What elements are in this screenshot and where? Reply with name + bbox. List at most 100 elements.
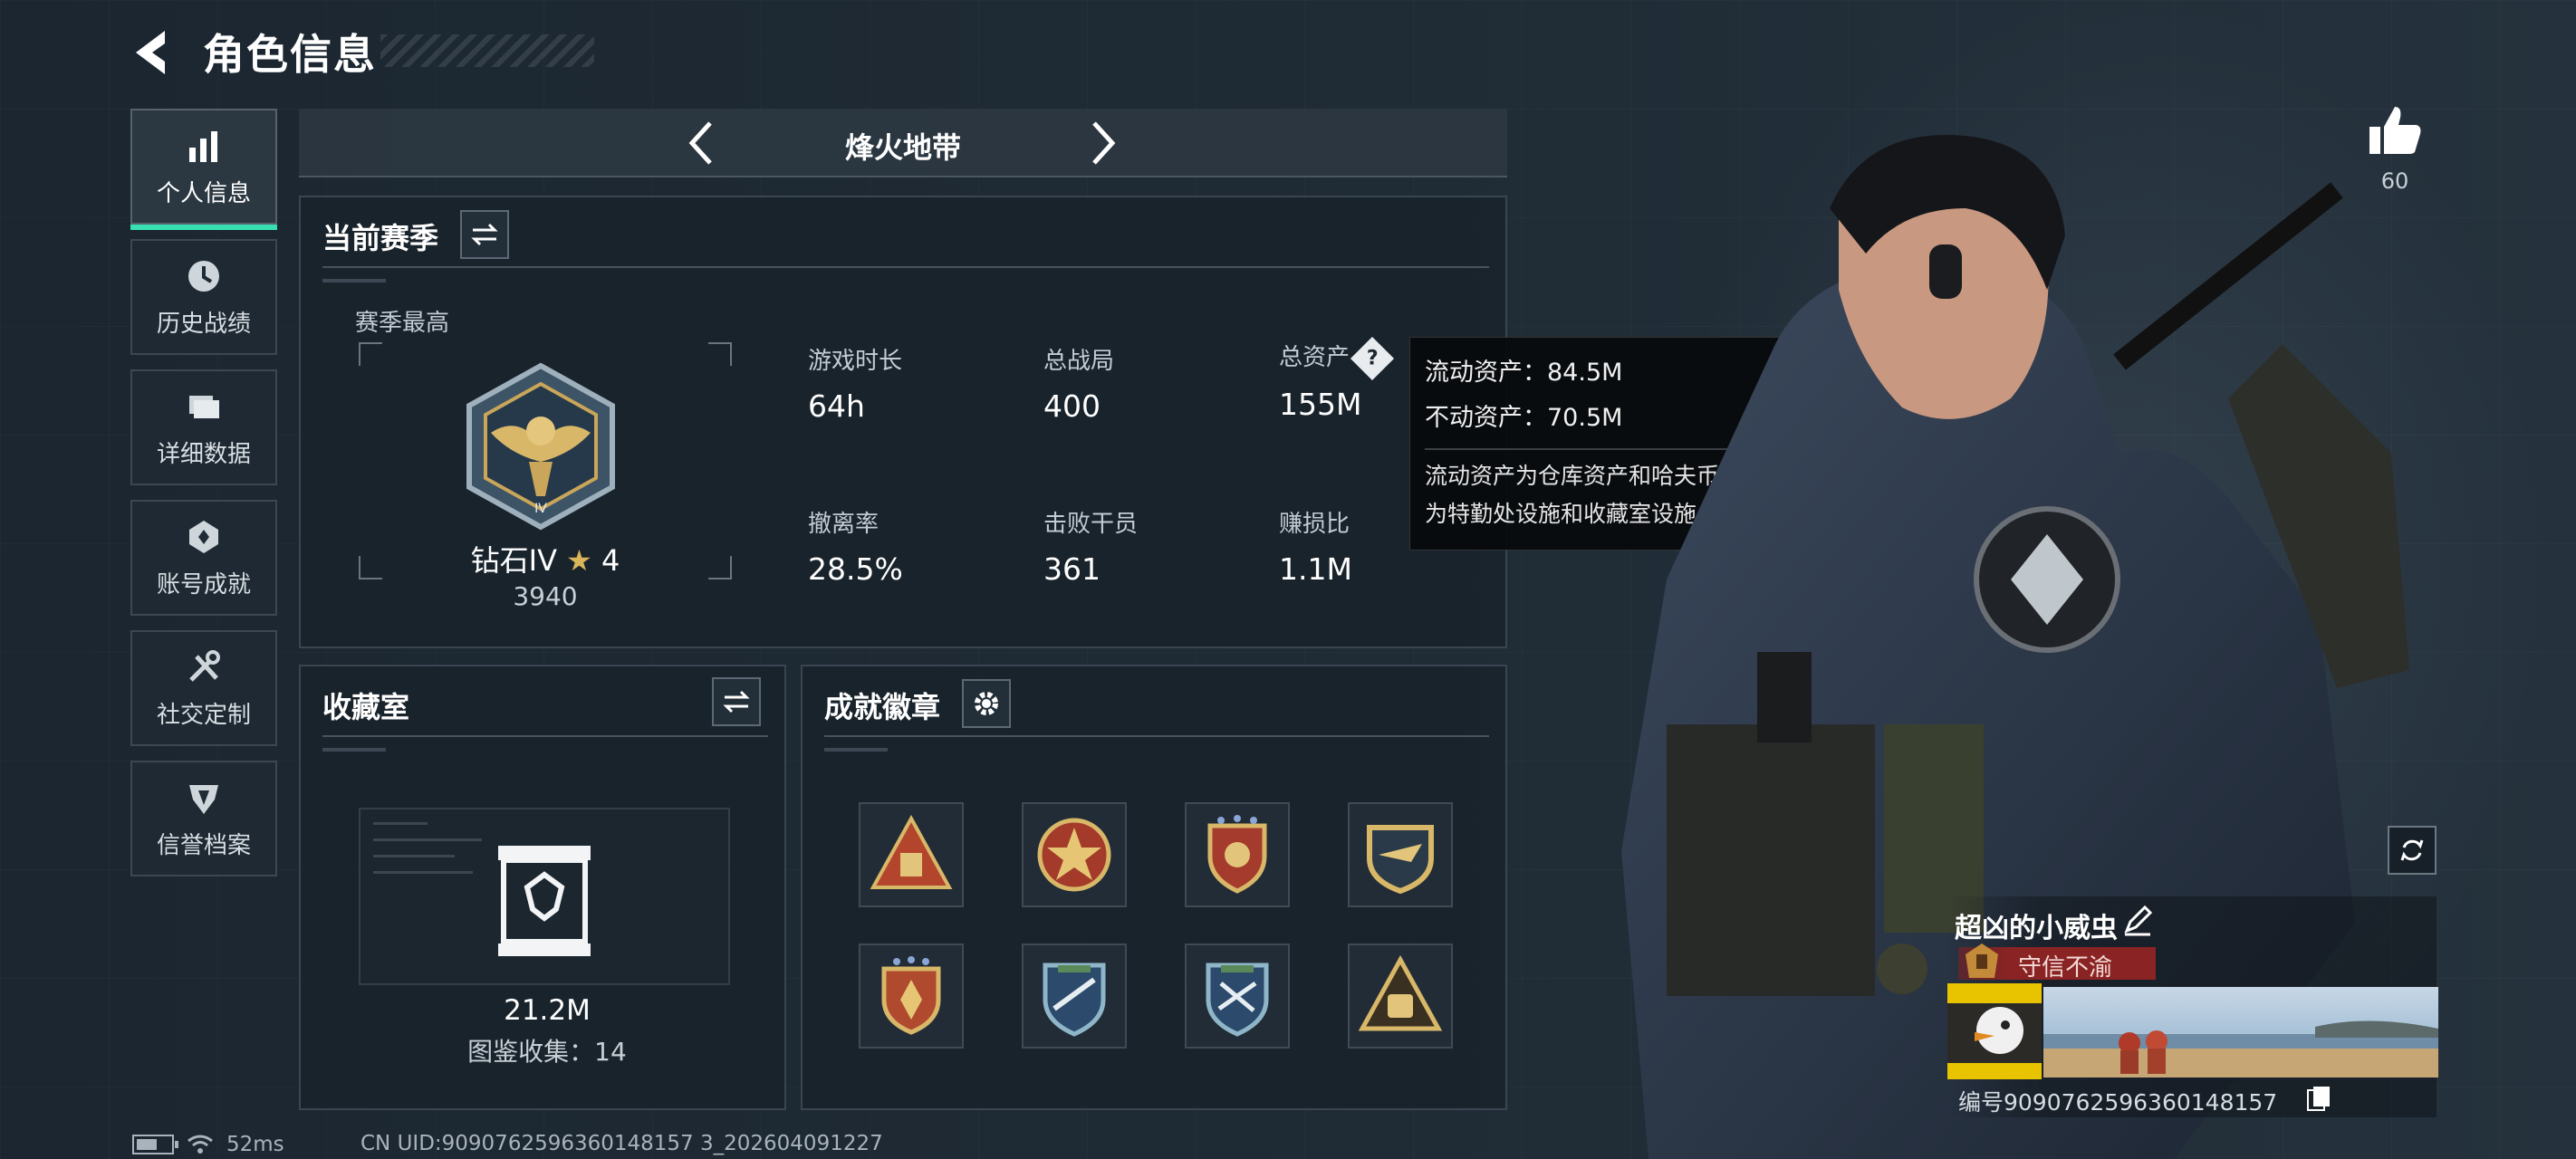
stat-value: 64h xyxy=(808,388,865,424)
sidebar-item-achievements[interactable]: 账号成就 xyxy=(130,500,277,616)
triangle-gold-badge-icon xyxy=(870,814,953,889)
collection-panel-title: 收藏室 xyxy=(322,690,410,724)
current-season-panel: 当前赛季 赛季最高 IV 钻石IV ★ 4 3940 游戏时长 64h 总战局 … xyxy=(299,196,1507,648)
sidebar-item-label: 个人信息 xyxy=(156,179,251,207)
title-decoration xyxy=(380,34,594,67)
badge-slot[interactable] xyxy=(1185,802,1290,907)
svg-text:IV: IV xyxy=(534,502,547,516)
credit-shield-icon xyxy=(189,784,218,814)
stat-label: 总战局 xyxy=(1043,348,1115,375)
sidebar-item-label: 社交定制 xyxy=(156,701,251,729)
rank-score: 3940 xyxy=(513,581,578,611)
player-profile-card: 超凶的小威虫 守信不渝 编号9090762596360148157 xyxy=(1947,896,2438,1117)
vault-display-icon xyxy=(498,846,591,956)
help-icon[interactable]: ? xyxy=(1350,336,1395,380)
stat-total-matches: 总战局 400 xyxy=(1043,342,1114,424)
badges-settings-button[interactable] xyxy=(962,679,1011,728)
achievement-badges-panel: 成就徽章 xyxy=(801,665,1507,1110)
divider xyxy=(322,735,768,737)
star-icon: ★ xyxy=(566,543,592,578)
wifi-icon xyxy=(187,1135,213,1154)
stat-label: 游戏时长 xyxy=(808,348,903,375)
edit-pencil-icon[interactable] xyxy=(2119,902,2156,938)
stat-play-time: 游戏时长 64h xyxy=(808,342,902,424)
refresh-icon xyxy=(2400,839,2424,861)
collection-value: 21.2M xyxy=(504,994,591,1027)
back-arrow-icon[interactable] xyxy=(127,25,181,80)
diamond-rank-emblem-icon: IV xyxy=(466,362,615,531)
sidebar-item-personal-info[interactable]: 个人信息 xyxy=(130,109,277,230)
season-switch-button[interactable] xyxy=(460,210,509,259)
season-best-label: 赛季最高 xyxy=(355,310,450,337)
history-clock-icon xyxy=(188,260,219,292)
bar-chart-icon xyxy=(189,130,217,162)
stat-value: 361 xyxy=(1043,551,1101,587)
divider xyxy=(322,266,1489,268)
blue-rifle-badge-icon xyxy=(1043,963,1106,1037)
player-name: 超凶的小威虫 xyxy=(1955,913,2118,944)
badge-slot[interactable] xyxy=(859,802,964,907)
sidebar-item-history[interactable]: 历史战绩 xyxy=(130,239,277,355)
thumbs-up-icon[interactable] xyxy=(2366,101,2424,159)
stat-label: 击败干员 xyxy=(1043,511,1139,538)
stat-total-assets: 总资产? 155M xyxy=(1279,336,1395,422)
divider-accent xyxy=(824,748,888,752)
rank-tier: 钻石IV xyxy=(470,543,557,578)
stat-value: 1.1M xyxy=(1279,551,1352,587)
stat-label-row: 总资产? xyxy=(1279,336,1395,380)
like-count: 60 xyxy=(2380,168,2409,194)
honor-title-tag: 守信不渝 xyxy=(1958,943,2156,982)
red-shield-stars-badge-icon xyxy=(1207,815,1267,894)
stat-operators-defeated: 击败干员 361 xyxy=(1043,505,1138,587)
badge-slot[interactable] xyxy=(1348,802,1453,907)
badge-slot[interactable] xyxy=(1185,943,1290,1049)
sidebar-item-label: 详细数据 xyxy=(156,440,251,468)
mode-switcher: 烽火地带 xyxy=(299,109,1507,177)
player-avatar[interactable] xyxy=(1947,983,2042,1079)
sidebar-item-label: 账号成就 xyxy=(156,570,251,599)
folder-icon xyxy=(189,395,219,418)
tools-icon xyxy=(189,649,220,682)
badge-slot[interactable] xyxy=(1022,943,1127,1049)
stat-value: 28.5% xyxy=(808,551,903,587)
sidebar-item-label: 历史战绩 xyxy=(156,310,251,338)
sidebar-item-label: 信誉档案 xyxy=(156,831,251,859)
badge-slot[interactable] xyxy=(1022,802,1127,907)
collection-switch-button[interactable] xyxy=(712,677,761,726)
season-panel-title: 当前赛季 xyxy=(322,221,439,255)
swap-arrows-icon xyxy=(723,690,750,714)
client-uid: CN UID:9090762596360148157 3_20260409122… xyxy=(360,1132,883,1155)
refresh-button[interactable] xyxy=(2388,826,2437,875)
copy-icon[interactable] xyxy=(2306,1085,2331,1112)
stat-label: 撤离率 xyxy=(808,511,879,538)
gold-triangle-bag-badge-icon xyxy=(1358,954,1443,1031)
mode-title: 烽火地带 xyxy=(844,130,961,165)
sidebar-item-social[interactable]: 社交定制 xyxy=(130,630,277,746)
badges-panel-title: 成就徽章 xyxy=(824,690,941,724)
sidebar-item-detailed-data[interactable]: 详细数据 xyxy=(130,369,277,485)
honor-title-text: 守信不渝 xyxy=(2018,954,2113,982)
stat-label: 总资产 xyxy=(1279,344,1350,371)
medal-icon xyxy=(1966,943,1998,978)
player-id: 编号9090762596360148157 xyxy=(1958,1089,2278,1116)
sidebar-item-credit[interactable]: 信誉档案 xyxy=(130,761,277,876)
badge-slot[interactable] xyxy=(1348,943,1453,1049)
stat-profit-ratio: 赚损比 1.1M xyxy=(1279,505,1352,587)
badge-slot[interactable] xyxy=(859,943,964,1049)
rank-stars: 4 xyxy=(601,543,620,578)
stat-label: 赚损比 xyxy=(1279,511,1350,538)
stat-extraction-rate: 撤离率 28.5% xyxy=(808,505,903,587)
achievement-icon xyxy=(189,520,218,553)
system-status-bar: 52ms xyxy=(132,1132,284,1157)
red-crest-stars-badge-icon xyxy=(881,956,941,1035)
profile-banner-image xyxy=(2043,987,2438,1078)
stat-value: 155M xyxy=(1279,386,1362,422)
page-title: 角色信息 xyxy=(203,30,377,79)
blue-cross-badge-icon xyxy=(1206,963,1269,1037)
gold-wing-badge-icon xyxy=(1367,825,1434,895)
divider-accent xyxy=(322,748,386,752)
stat-value: 400 xyxy=(1043,388,1101,424)
chevron-right-icon[interactable] xyxy=(1074,116,1129,170)
rank-name: 钻石IV ★ 4 xyxy=(359,538,732,580)
collection-room-panel: 收藏室 21.2M 图鉴收集：14 xyxy=(299,665,786,1110)
